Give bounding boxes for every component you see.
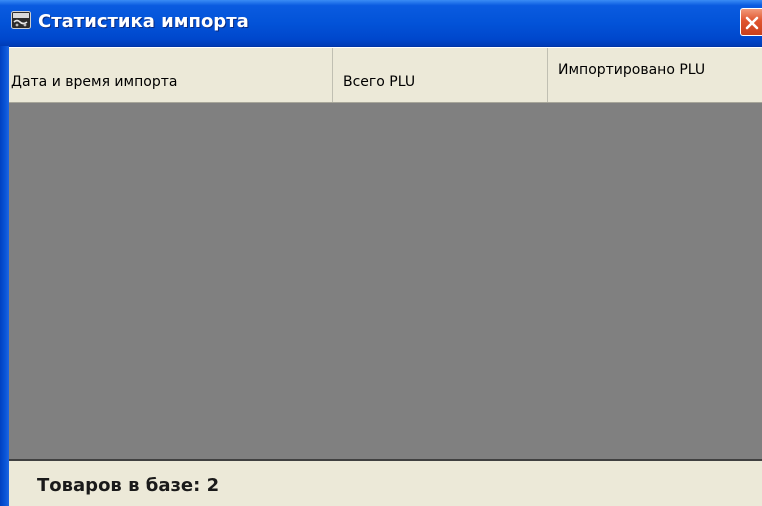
close-button[interactable] — [740, 8, 762, 36]
window-title: Статистика импорта — [38, 11, 249, 32]
table-body[interactable] — [9, 103, 762, 459]
table-header: Дата и время импорта Всего PLU Импортиро… — [9, 47, 762, 103]
title-bar[interactable]: Статистика импорта — [0, 0, 762, 47]
status-bar: Товаров в базе: 2 — [9, 459, 762, 506]
window-left-border — [0, 46, 9, 506]
column-header-total-plu[interactable]: Всего PLU — [333, 48, 548, 102]
app-icon — [11, 11, 31, 29]
column-header-imported-plu[interactable]: Импортировано PLU — [548, 48, 762, 102]
import-stats-window: Статистика импорта Дата и время импорта … — [0, 0, 762, 506]
column-header-label: Всего PLU — [343, 74, 416, 90]
items-in-database-count: Товаров в базе: 2 — [37, 475, 220, 496]
column-header-import-datetime[interactable]: Дата и время импорта — [9, 48, 333, 102]
column-header-label: Импортировано PLU — [558, 62, 706, 78]
column-header-label: Дата и время импорта — [11, 74, 178, 90]
